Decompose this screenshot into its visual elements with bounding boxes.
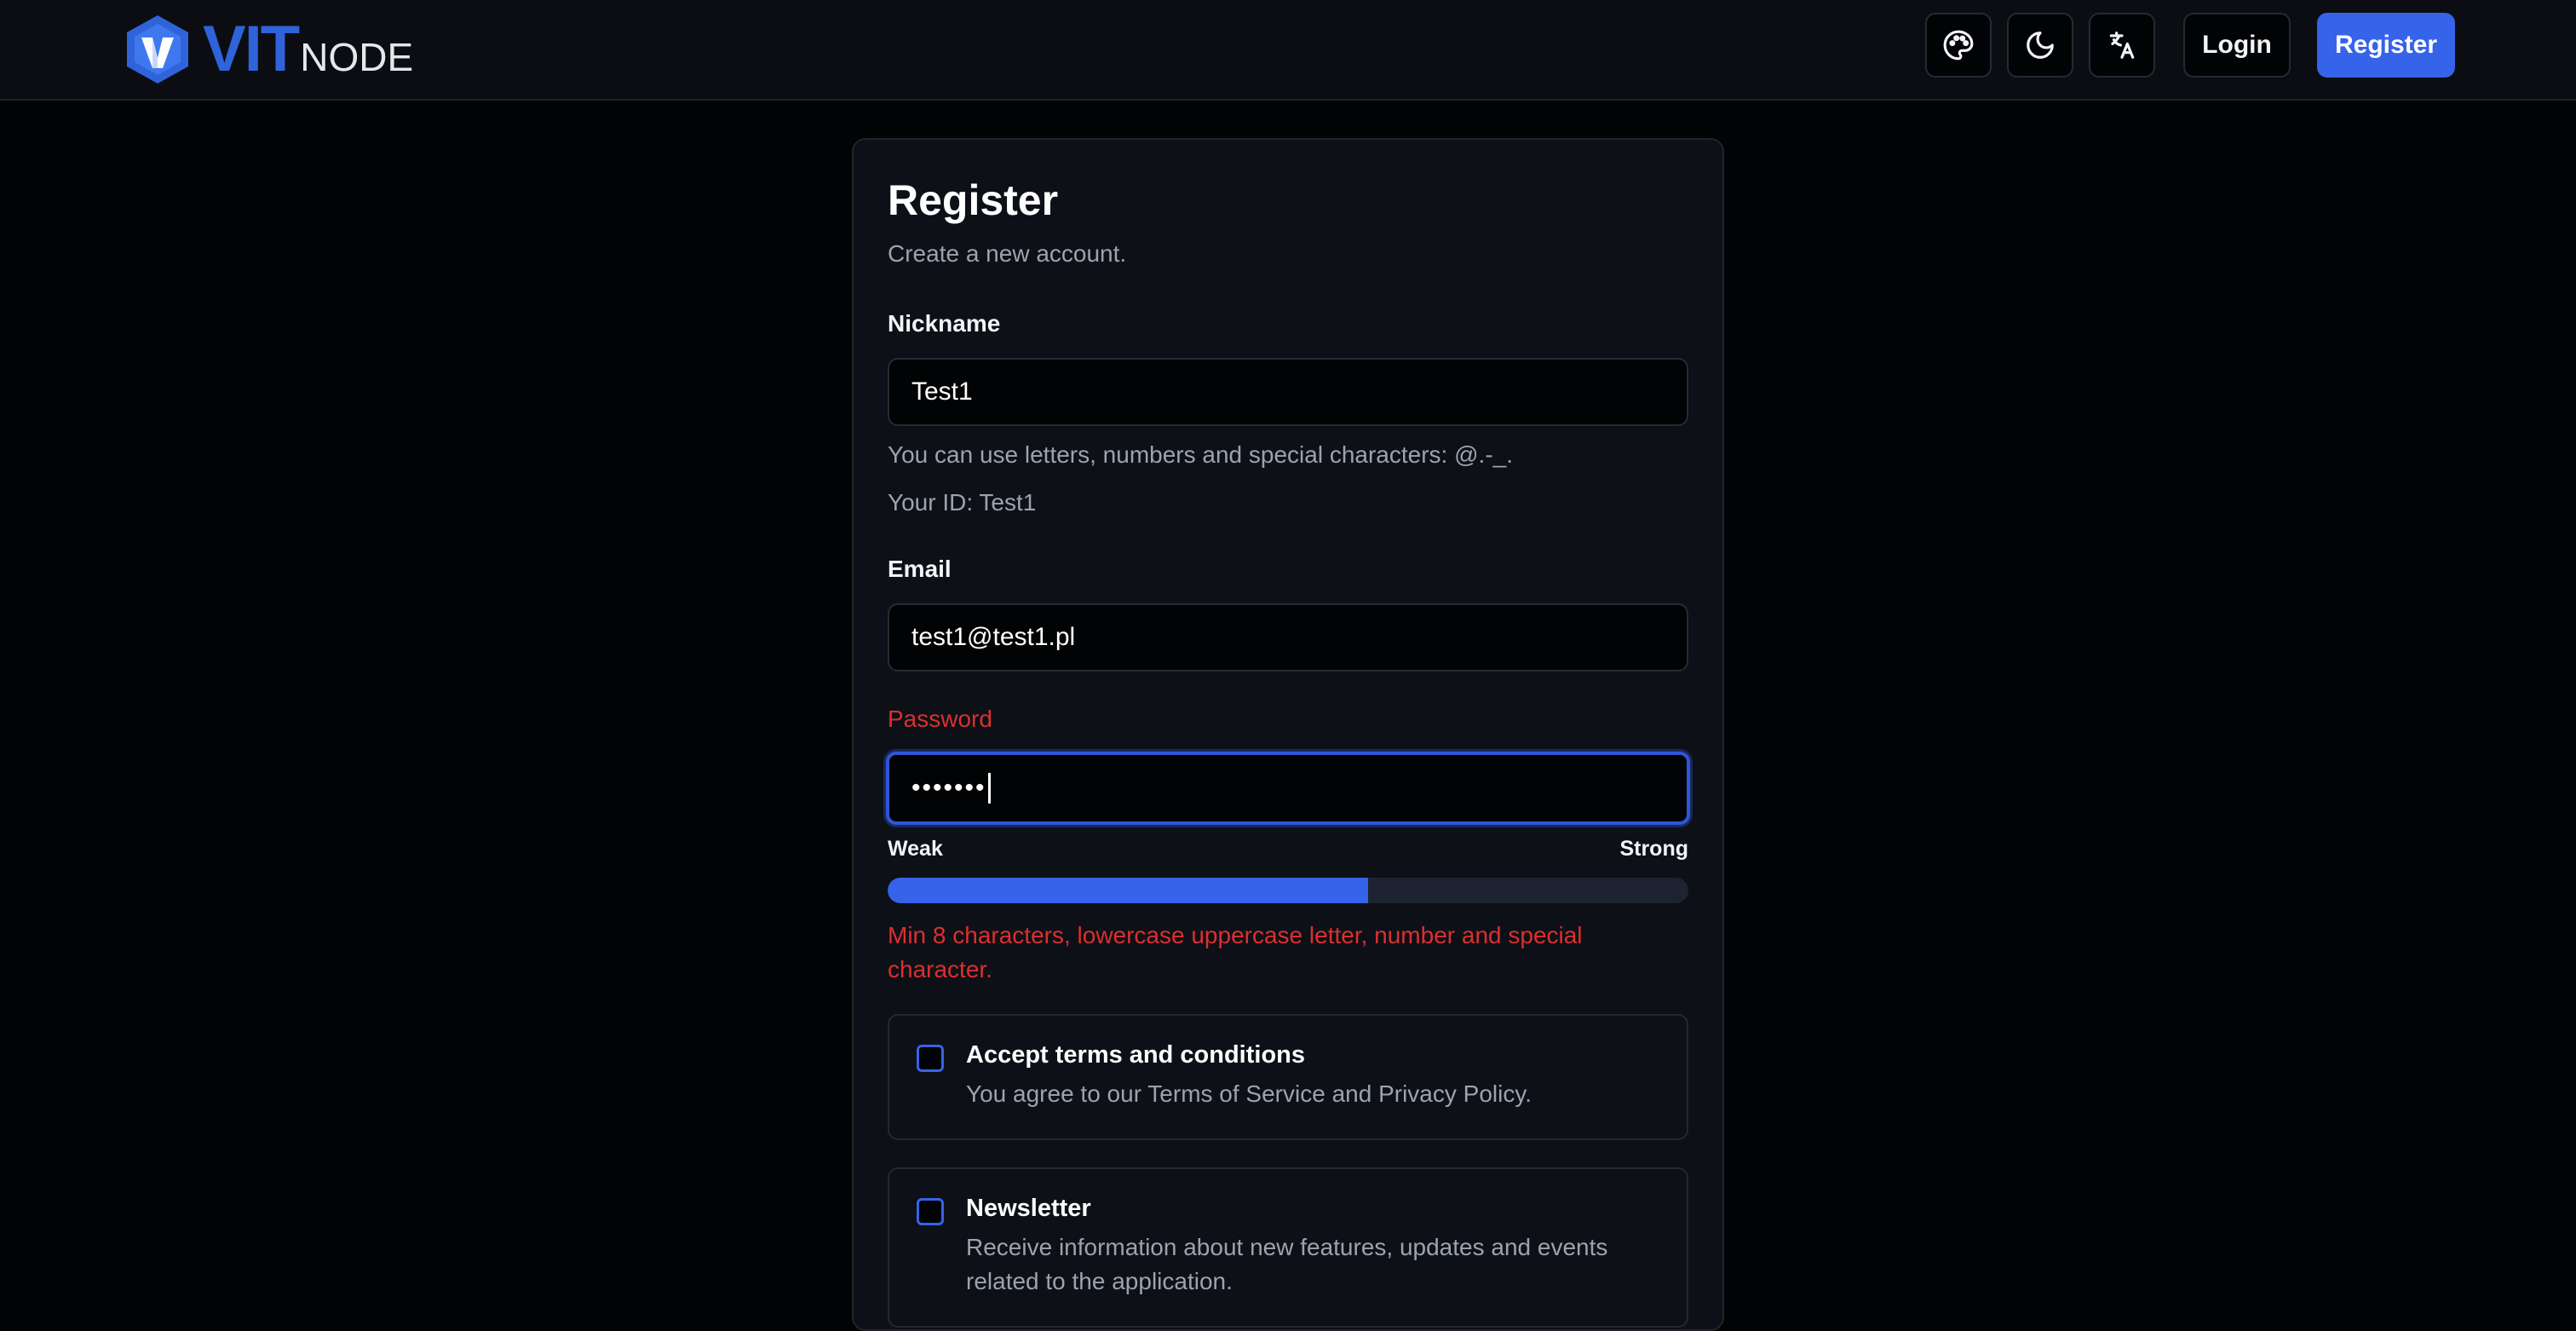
translate-icon [2109,32,2135,59]
strength-strong-label: Strong [1619,837,1688,861]
text-caret [987,773,991,804]
nickname-label: Nickname [888,310,1001,337]
password-input[interactable]: ••••••• [886,752,1690,825]
password-error-message: Min 8 characters, lowercase uppercase le… [888,922,1583,982]
logo-text-node: NODE [300,35,414,79]
terms-title: Accept terms and conditions [966,1041,1306,1069]
nickname-input-value: Test1 [911,377,973,406]
password-label: Password [888,706,992,732]
email-label: Email [888,556,952,582]
page-subtitle: Create a new account. [888,240,1127,267]
email-input-value: test1@test1.pl [911,623,1076,651]
password-strength-bar [888,878,1688,903]
terms-checkbox[interactable] [917,1045,944,1072]
newsletter-checkbox-card[interactable]: Newsletter Receive information about new… [888,1167,1688,1328]
logo-text-vit: VIT [203,13,300,85]
moon-icon [2027,32,2054,59]
logo-hexagon-icon [127,15,188,84]
strength-weak-label: Weak [888,837,943,861]
dark-mode-toggle-button[interactable] [2007,13,2073,78]
nickname-input[interactable]: Test1 [888,358,1688,426]
register-card: Register Create a new account. Nickname … [852,138,1724,1331]
password-strength-fill [888,878,1368,903]
password-input-value: ••••••• [911,774,986,802]
palette-icon [1943,30,1974,60]
top-navigation-bar: VIT NODE Login Register [0,0,2576,101]
nickname-hint: You can use letters, numbers and special… [888,441,1513,468]
register-button[interactable]: Register [2317,13,2455,78]
email-input[interactable]: test1@test1.pl [888,603,1688,671]
newsletter-title: Newsletter [966,1195,1091,1222]
newsletter-description: Receive information about new features, … [966,1234,1608,1294]
newsletter-checkbox[interactable] [917,1198,944,1225]
theme-palette-button[interactable] [1925,13,1992,78]
vitnode-logo[interactable]: VIT NODE [124,9,413,90]
terms-checkbox-card[interactable]: Accept terms and conditions You agree to… [888,1014,1688,1140]
nickname-id-preview: Your ID: Test1 [888,489,1037,516]
terms-description: You agree to our Terms of Service and Pr… [966,1080,1532,1107]
language-switch-button[interactable] [2089,13,2155,78]
login-button[interactable]: Login [2183,13,2291,78]
page-title: Register [888,176,1059,224]
